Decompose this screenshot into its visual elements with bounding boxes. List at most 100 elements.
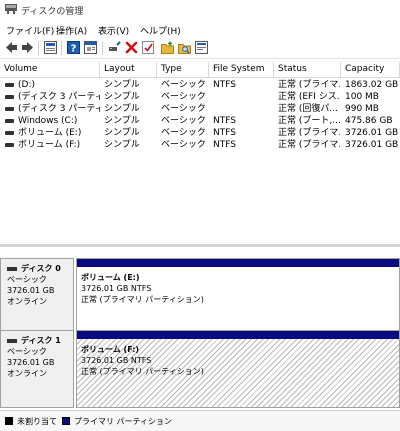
disk-state: オンライン — [7, 297, 47, 306]
volume-name: ボリューム (E:) — [18, 128, 82, 138]
legend-swatch-primary — [62, 417, 70, 425]
volume-file-system — [213, 91, 273, 103]
menu-view[interactable]: 表示(V) — [98, 24, 129, 37]
volume-file-system: NTFS — [213, 116, 236, 126]
legend: 未割り当て プライマリ パーティション — [0, 410, 400, 431]
volume-list: Volume Layout Type File System Status Ca… — [0, 62, 400, 242]
volume-file-system — [213, 103, 273, 115]
column-header-type[interactable]: Type — [157, 62, 209, 77]
disk-type: ベーシック — [7, 347, 47, 356]
column-header-capacity[interactable]: Capacity — [341, 62, 400, 77]
properties-icon[interactable] — [84, 41, 97, 54]
partition-status: 正常 (プライマリ パーティション) — [81, 367, 204, 376]
volume-capacity: 1863.02 GB — [345, 80, 399, 90]
partition-e[interactable]: ボリューム (E:) 3726.01 GB NTFS 正常 (プライマリ パーテ… — [76, 258, 400, 336]
partition-f[interactable]: ボリューム (F:) 3726.01 GB NTFS 正常 (プライマリ パーテ… — [76, 330, 400, 408]
disk-1-label[interactable]: ディスク 1 ベーシック 3726.01 GB オンライン — [0, 330, 74, 408]
disk-area: ディスク 0 ベーシック 3726.01 GB オンライン ボリューム (E:)… — [0, 247, 400, 409]
volume-layout: シンプル — [104, 92, 140, 102]
volume-layout: シンプル — [104, 80, 140, 90]
help-icon[interactable]: ? — [67, 41, 80, 54]
volume-row[interactable]: (ディスク 3 パーティシ... シンプル ベーシック 正常 (EFI シス..… — [0, 91, 400, 103]
disk-icon — [7, 267, 17, 271]
disk-name: ディスク 0 — [21, 264, 61, 273]
forward-arrow-icon[interactable] — [21, 41, 34, 54]
volume-name: Windows (C:) — [18, 116, 78, 126]
volume-type: ベーシック — [161, 80, 206, 90]
volume-layout: シンプル — [104, 140, 140, 150]
volume-icon — [5, 131, 14, 135]
volume-layout: シンプル — [104, 128, 140, 138]
disk-size: 3726.01 GB — [7, 286, 55, 295]
legend-label-unallocated: 未割り当て — [17, 417, 57, 426]
volume-icon — [5, 95, 14, 99]
partition-size-fs: 3726.01 GB NTFS — [81, 356, 152, 365]
window-title: ディスクの管理 — [21, 7, 84, 17]
volume-type: ベーシック — [161, 104, 206, 114]
volume-layout: シンプル — [104, 116, 140, 126]
menu-help[interactable]: ヘルプ(H) — [140, 24, 181, 37]
partition-content: ボリューム (E:) 3726.01 GB NTFS 正常 (プライマリ パーテ… — [77, 267, 399, 335]
up-panel-icon[interactable] — [44, 41, 57, 54]
disk-icon — [7, 339, 17, 343]
volume-status: 正常 (ブート,... — [278, 116, 340, 126]
volume-row[interactable]: ボリューム (F:) シンプル ベーシック NTFS 正常 (プライマ... 3… — [0, 139, 400, 151]
svg-text:?: ? — [71, 44, 77, 55]
disk-size: 3726.01 GB — [7, 358, 55, 367]
column-header-status[interactable]: Status — [274, 62, 341, 77]
column-header-file-system[interactable]: File System — [209, 62, 274, 77]
disk-management-icon — [5, 4, 17, 14]
column-header-layout[interactable]: Layout — [100, 62, 157, 77]
legend-label-primary: プライマリ パーティション — [74, 417, 173, 426]
volume-capacity: 475.86 GB — [345, 116, 393, 126]
volume-icon — [5, 119, 14, 123]
partition-content-selected: ボリューム (F:) 3726.01 GB NTFS 正常 (プライマリ パーテ… — [77, 339, 399, 407]
partition-bar — [77, 259, 399, 267]
disk-0-label[interactable]: ディスク 0 ベーシック 3726.01 GB オンライン — [0, 258, 74, 336]
volume-status: 正常 (プライマ... — [278, 140, 340, 150]
toolbar-separator — [61, 41, 62, 55]
volume-file-system: NTFS — [213, 128, 236, 138]
partition-name: ボリューム (E:) — [81, 273, 140, 282]
volume-capacity: 990 MB — [345, 104, 379, 114]
volume-capacity: 3726.01 GB — [345, 140, 399, 150]
volume-list-header: Volume Layout Type File System Status Ca… — [0, 62, 400, 78]
toolbar-separator — [38, 41, 39, 55]
volume-row[interactable]: Windows (C:) シンプル ベーシック NTFS 正常 (ブート,...… — [0, 115, 400, 127]
volume-file-system: NTFS — [213, 140, 236, 150]
volume-row[interactable]: (ディスク 3 パーティシ... シンプル ベーシック 正常 (回復パ... 9… — [0, 103, 400, 115]
partition-bar — [77, 331, 399, 339]
partition-status: 正常 (プライマリ パーティション) — [81, 295, 204, 304]
volume-name: ボリューム (F:) — [18, 140, 81, 150]
volume-icon — [5, 83, 14, 87]
title-bar: ディスクの管理 — [0, 0, 400, 20]
volume-type: ベーシック — [161, 128, 206, 138]
new-folder-icon[interactable] — [161, 41, 174, 54]
volume-type: ベーシック — [161, 140, 206, 150]
toolbar-separator — [102, 41, 103, 55]
back-arrow-icon[interactable] — [5, 41, 18, 54]
legend-swatch-unallocated — [5, 417, 13, 425]
menu-action[interactable]: 操作(A) — [56, 24, 87, 37]
volume-name: (ディスク 3 パーティシ... — [18, 104, 100, 114]
volume-row[interactable]: (D:) シンプル ベーシック NTFS 正常 (プライマ... 1863.02… — [0, 79, 400, 91]
toolbar: ? — [0, 38, 400, 59]
check-icon[interactable] — [142, 41, 155, 54]
volume-type: ベーシック — [161, 92, 206, 102]
volume-icon — [5, 107, 14, 111]
volume-name: (D:) — [18, 80, 35, 90]
partition-size-fs: 3726.01 GB NTFS — [81, 284, 152, 293]
volume-status: 正常 (EFI シス... — [278, 92, 340, 102]
volume-row[interactable]: ボリューム (E:) シンプル ベーシック NTFS 正常 (プライマ... 3… — [0, 127, 400, 139]
refresh-panel-icon[interactable] — [195, 41, 208, 54]
column-header-volume[interactable]: Volume — [0, 62, 100, 77]
menu-file[interactable]: ファイル(F) — [6, 24, 54, 37]
connect-icon[interactable] — [108, 41, 121, 54]
partition-name: ボリューム (F:) — [81, 345, 140, 354]
volume-name: (ディスク 3 パーティシ... — [18, 92, 100, 102]
volume-status: 正常 (回復パ... — [278, 104, 338, 114]
volume-layout: シンプル — [104, 104, 140, 114]
delete-x-icon[interactable] — [125, 41, 138, 54]
volume-capacity: 100 MB — [345, 92, 379, 102]
search-folder-icon[interactable] — [178, 41, 191, 54]
